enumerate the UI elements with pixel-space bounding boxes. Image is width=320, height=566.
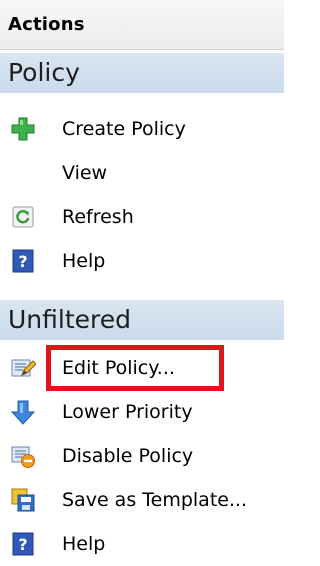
group-header-unfiltered[interactable]: Unfiltered (0, 300, 284, 340)
disable-icon (10, 443, 36, 469)
view-action[interactable]: View (0, 151, 284, 195)
actions-title: Actions (8, 14, 85, 35)
save-as-template-action[interactable]: Save as Template... (0, 478, 284, 522)
create-policy-action[interactable]: Create Policy (0, 107, 284, 151)
edit-icon (10, 355, 36, 381)
action-label: Help (62, 533, 106, 555)
lower-priority-action[interactable]: Lower Priority (0, 390, 284, 434)
refresh-icon (10, 204, 36, 230)
action-label: View (62, 162, 108, 184)
help-action-policy[interactable]: ? Help (0, 239, 284, 283)
help-icon: ? (10, 248, 36, 274)
action-label: Create Policy (62, 118, 186, 140)
action-label: Save as Template... (62, 489, 248, 511)
help-icon: ? (10, 531, 36, 557)
action-label: Lower Priority (62, 401, 193, 423)
action-label: Refresh (62, 206, 134, 228)
svg-text:?: ? (18, 252, 27, 271)
help-action-unfiltered[interactable]: ? Help (0, 522, 284, 566)
add-icon (10, 116, 36, 142)
action-label: Disable Policy (62, 445, 194, 467)
disable-policy-action[interactable]: Disable Policy (0, 434, 284, 478)
save-template-icon (10, 487, 36, 513)
svg-text:?: ? (18, 535, 27, 554)
actions-header: Actions (0, 0, 284, 50)
actions-pane: Actions Policy Create Policy View Refres… (0, 0, 284, 563)
arrow-down-icon (10, 399, 36, 425)
group-header-policy[interactable]: Policy (0, 53, 284, 93)
highlight-box (46, 345, 224, 391)
refresh-action[interactable]: Refresh (0, 195, 284, 239)
group-title: Unfiltered (8, 305, 131, 334)
action-label: Help (62, 250, 106, 272)
group-title: Policy (8, 58, 80, 87)
